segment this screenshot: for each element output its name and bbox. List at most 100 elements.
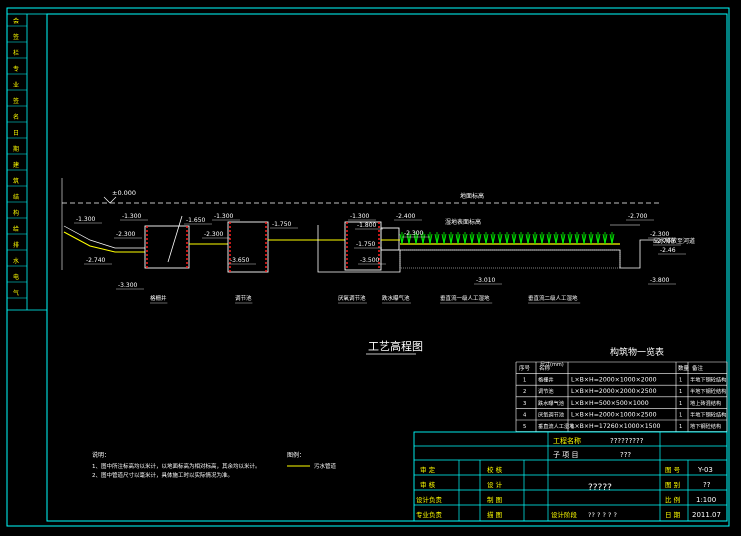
role-trace: 描 图 [487,510,502,519]
drawing-title: 工艺高程图 [368,339,423,353]
role-review: 审 核 [420,480,436,489]
table-cell: 半地下钢砼结构 [690,410,726,418]
table-cell: 跌水曝气池 [538,399,564,407]
table-cell: 1 [679,401,682,407]
table-header-cell: 备注 [692,364,704,372]
strip-char: 期 [13,145,19,153]
field-value-date: 2011.07 [692,511,721,519]
strip-char: 业 [13,81,19,89]
elevation-label: -2.400 [396,213,416,220]
field-value-scale: 1:100 [696,496,716,504]
table-cell: 地下钢砼结构 [690,422,721,430]
table-cell: 半地下钢砼结构 [690,376,726,384]
table-header-cell: 数量 [678,364,690,372]
strip-char: 专 [13,65,19,73]
ground-elevation: ±0.000 [112,189,136,197]
unit-name: 跌水曝气池 [382,294,410,302]
wetland-surface-label: 湿地表面标高 [445,218,481,226]
table-title: 构筑物一览表 [610,346,664,358]
table-header-cell: 名称 [539,364,551,372]
table-cell: 地上砖混结构 [690,399,721,407]
table-header-cell: 序号 [519,364,531,372]
strip-char: 名 [13,113,19,121]
field-label-category: 图 别 [665,480,680,489]
legend-pipe-label: 污水管道 [314,462,337,470]
elevation-label: -3.650 [230,257,250,264]
table-cell: L×B×H=2000×1000×2500 [571,411,657,418]
table-cell: L×B×H=2000×2000×2500 [571,388,657,395]
strip-char: 水 [13,257,19,265]
elevation-label: -2.740 [86,257,106,264]
table-cell: 垂直流人工湿地 [538,422,574,430]
role-design-lead: 设计负责 [416,495,443,504]
elevation-label: -1.300 [350,213,370,220]
strip-char: 日 [13,130,19,137]
unit-name: 垂直流一级人工湿地 [440,294,490,302]
table-cell: 调节池 [538,387,554,395]
role-check: 校 核 [487,465,503,474]
strip-char: 签 [13,97,19,105]
unit-name: 厌氧调节池 [338,294,366,302]
elevation-label: -3.010 [476,277,496,284]
elevation-label: -2.300 [650,231,670,238]
table-cell: 1 [679,412,682,418]
field-label-date: 日 期 [665,511,681,519]
table-cell: 3 [523,401,526,407]
note-line-2: 2、图中管道尺寸以毫米计，具体施工时以实际情况为准。 [92,471,233,479]
role-draft: 制 图 [487,495,502,504]
elevation-label: -1.750 [356,241,376,248]
strip-char: 排 [13,241,19,249]
elevation-label: -1.650 [186,217,206,224]
elevation-label: -1.300 [214,213,234,220]
drawing-name: ????? [588,483,612,493]
elevation-label: -2.700 [628,213,648,220]
elevation-label: -3.500 [360,257,380,264]
field-label-scale: 比 例 [665,495,680,504]
note-line-1: 1、图中所注标高均以米计，以地面标高为相对标高，其余均以米计。 [92,462,261,470]
table-cell: 格栅井 [538,376,554,384]
legend-title: 图例： [287,451,305,459]
table-cell: 1 [523,378,526,384]
strip-char: 栏 [13,49,19,57]
elevation-label: -3.300 [118,282,138,289]
unit-name: 格栅井 [150,294,167,302]
project-name-value: ????????? [610,437,644,445]
unit-name: 调节池 [235,294,252,302]
design-stage-value: ?? ? ? ? ? [588,511,617,519]
strip-char: 气 [13,289,19,297]
strip-char: 结 [13,193,19,201]
strip-char: 构 [13,209,19,217]
role-discipline-lead: 专业负责 [416,510,443,519]
table-cell: 半地下钢砼结构 [690,387,726,395]
strip-char: 建 [13,161,19,169]
elevation-label: -1.300 [76,216,96,223]
strip-char: 会 [13,17,19,25]
table-cell: L×B×H=500×500×1000 [571,400,649,407]
strip-char: 电 [13,273,19,281]
elevation-label: -1.750 [272,221,292,228]
field-value-category: ?? [703,481,711,489]
sub-project-label: 子 项 目 [553,451,578,459]
design-stage-label: 设计阶段 [551,510,578,519]
notes-title: 说明： [92,451,110,459]
ground-label: 地面标高 [460,192,484,200]
elevation-label: -2.300 [204,231,224,238]
sub-project-value: ??? [620,451,631,459]
elevation-label: -2.46 [660,247,676,254]
unit-name: 垂直流二级人工湿地 [528,294,578,302]
table-cell: 2 [523,389,526,395]
project-name-label: 工程名称 [553,436,581,445]
role-design: 设 计 [487,480,503,489]
field-value-number: Y-03 [697,466,713,474]
elevation-label: -1.300 [122,213,142,220]
strip-char: 给 [13,225,19,233]
table-cell: L×B×H=17260×1000×1500 [571,423,661,430]
table-cell: 1 [679,389,682,395]
role-approve: 审 定 [420,465,436,474]
elevation-label: -2.300 [404,230,424,237]
strip-char: 签 [13,33,19,41]
elevation-label: -1.800 [357,222,377,229]
table-cell: 1 [679,424,682,430]
strip-char: 筑 [13,177,19,185]
table-cell: 1 [679,378,682,384]
